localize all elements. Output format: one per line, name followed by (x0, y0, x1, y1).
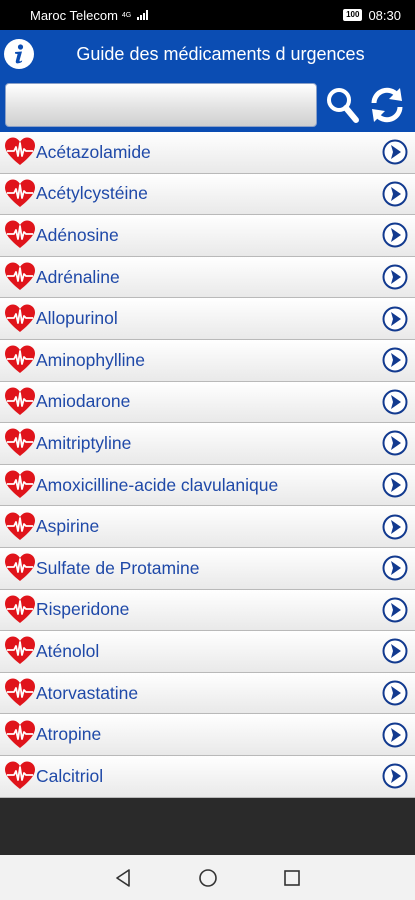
info-icon[interactable] (4, 39, 34, 69)
back-triangle-icon[interactable] (112, 866, 136, 890)
network-type: 4G (121, 11, 132, 19)
heart-pulse-icon (5, 678, 35, 707)
chevron-right-icon[interactable] (382, 763, 408, 789)
chevron-right-icon[interactable] (382, 638, 408, 664)
heart-pulse-icon (5, 512, 35, 540)
drug-list-item[interactable]: Allopurinol (0, 298, 415, 340)
drug-list-item[interactable]: Amoxicilline-acide clavulanique (0, 464, 415, 507)
drug-name: Atorvastatine (36, 682, 139, 703)
drug-name: Atropine (36, 724, 102, 745)
heart-pulse-icon (5, 179, 35, 207)
drug-list: Acétazolamide Acétylcystéine Adénosine Adré… (0, 132, 415, 798)
heart-pulse-icon (5, 304, 35, 332)
search-row (0, 78, 415, 132)
heart-pulse-icon (5, 428, 35, 457)
drug-list-item[interactable]: Amiodarone (0, 381, 415, 424)
chevron-right-icon[interactable] (382, 389, 408, 415)
heart-pulse-icon (5, 262, 35, 291)
drug-name: Calcitriol (36, 765, 104, 786)
drug-name: Amitriptyline (36, 432, 132, 453)
drug-list-item[interactable]: Aminophylline (0, 339, 415, 382)
chevron-right-icon[interactable] (382, 347, 408, 373)
app-header: Guide des médicaments d urgences (0, 30, 415, 78)
empty-area (0, 798, 415, 855)
drug-list-item[interactable]: Aténolol (0, 631, 415, 673)
drug-list-item[interactable]: Adénosine (0, 215, 415, 257)
app-title: Guide des médicaments d urgences (76, 43, 365, 64)
drug-list-item[interactable]: Acétazolamide (0, 132, 415, 174)
heart-pulse-icon (5, 553, 35, 582)
chevron-right-icon[interactable] (382, 514, 408, 540)
drug-name: Amoxicilline-acide clavulanique (36, 474, 279, 495)
drug-name: Sulfate de Protamine (36, 557, 200, 578)
magnifier-icon (327, 88, 359, 123)
status-right: 100 08:30 (343, 8, 401, 23)
drug-name: Risperidone (36, 599, 130, 620)
search-button[interactable] (323, 83, 363, 127)
drug-name: Allopurinol (36, 308, 118, 329)
signal-icon (137, 10, 149, 20)
drug-name: Amiodarone (36, 391, 131, 412)
chevron-right-icon[interactable] (382, 555, 408, 581)
drug-name: Adrénaline (36, 266, 120, 287)
drug-list-item[interactable]: Atropine (0, 714, 415, 756)
search-input[interactable] (5, 83, 317, 127)
heart-pulse-icon (5, 761, 35, 790)
heart-pulse-icon (5, 720, 35, 748)
drug-name: Acétazolamide (36, 141, 151, 162)
drug-list-item[interactable]: Acétylcystéine (0, 173, 415, 216)
heart-pulse-icon (5, 220, 35, 249)
clock: 08:30 (368, 7, 401, 23)
heart-pulse-icon (5, 345, 35, 374)
drug-name: Aminophylline (36, 349, 145, 370)
drug-list-item[interactable]: Calcitriol (0, 755, 415, 798)
chevron-right-icon[interactable] (382, 597, 408, 623)
drug-list-item[interactable]: Atorvastatine (0, 672, 415, 715)
drug-name: Aténolol (36, 640, 100, 661)
carrier-name: Maroc Telecom (30, 7, 118, 23)
battery-icon: 100 (343, 9, 363, 21)
status-bar: Maroc Telecom 4G 100 08:30 (0, 0, 415, 30)
heart-pulse-icon (5, 470, 35, 499)
refresh-button[interactable] (367, 83, 407, 127)
system-nav-bar (0, 855, 415, 900)
drug-name: Adénosine (36, 224, 119, 245)
chevron-right-icon[interactable] (382, 306, 408, 332)
refresh-icon (371, 87, 403, 123)
chevron-right-icon[interactable] (382, 430, 408, 456)
heart-pulse-icon (5, 636, 35, 665)
chevron-right-icon[interactable] (382, 181, 408, 207)
chevron-right-icon[interactable] (382, 264, 408, 290)
drug-list-item[interactable]: Amitriptyline (0, 423, 415, 465)
drug-name: Aspirine (36, 516, 100, 537)
chevron-right-icon[interactable] (382, 222, 408, 248)
drug-name: Acétylcystéine (36, 183, 148, 204)
chevron-right-icon[interactable] (382, 722, 408, 748)
heart-pulse-icon (5, 387, 35, 415)
heart-pulse-icon (5, 137, 35, 166)
chevron-right-icon[interactable] (382, 680, 408, 706)
status-left: Maroc Telecom 4G (30, 7, 149, 23)
chevron-right-icon[interactable] (382, 139, 408, 165)
recents-square-icon[interactable] (280, 866, 304, 890)
chevron-right-icon[interactable] (382, 472, 408, 498)
home-circle-icon[interactable] (196, 866, 220, 890)
drug-list-item[interactable]: Sulfate de Protamine (0, 547, 415, 590)
drug-list-item[interactable]: Adrénaline (0, 256, 415, 299)
info-glyph (5, 40, 33, 68)
drug-list-item[interactable]: Aspirine (0, 506, 415, 548)
heart-pulse-icon (5, 595, 35, 623)
drug-list-item[interactable]: Risperidone (0, 589, 415, 632)
